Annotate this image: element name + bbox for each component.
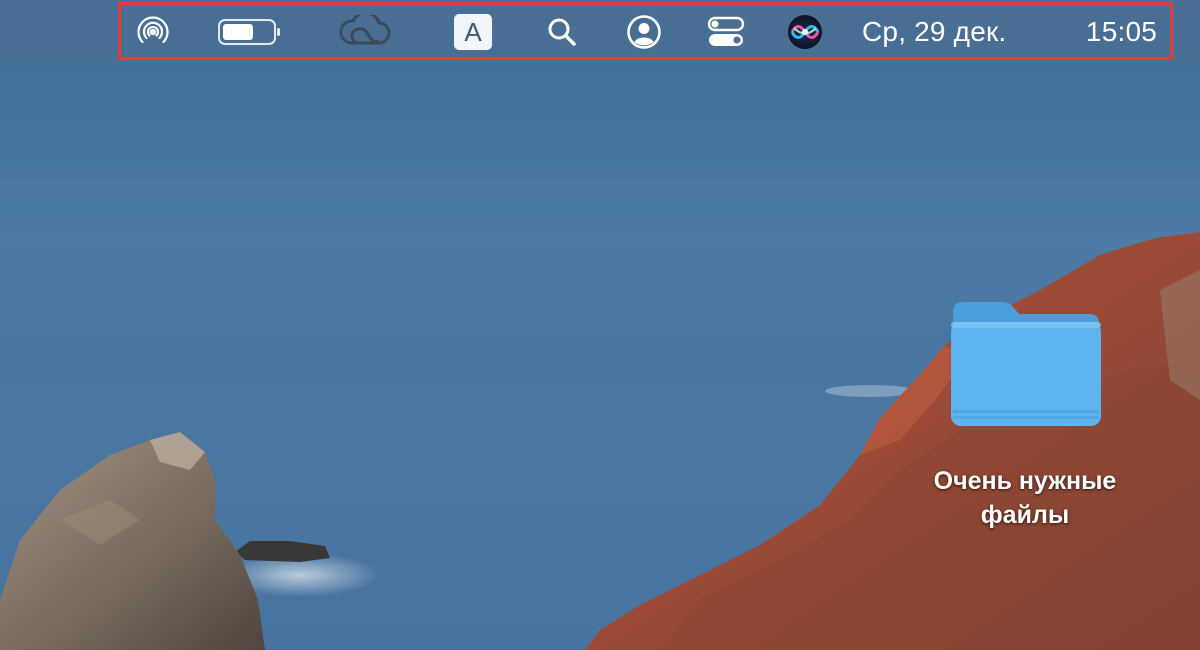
desktop: A Ср, 29 дек. 15:05 Очень нужные файлы (0, 0, 1200, 650)
menu-bar: A Ср, 29 дек. 15:05 (0, 0, 1200, 63)
folder-label: Очень нужные файлы (933, 467, 1117, 529)
folder-icon (951, 302, 1101, 426)
desktop-folder[interactable]: Очень нужные файлы (895, 298, 1155, 548)
menu-bar-highlight-box (118, 2, 1173, 60)
